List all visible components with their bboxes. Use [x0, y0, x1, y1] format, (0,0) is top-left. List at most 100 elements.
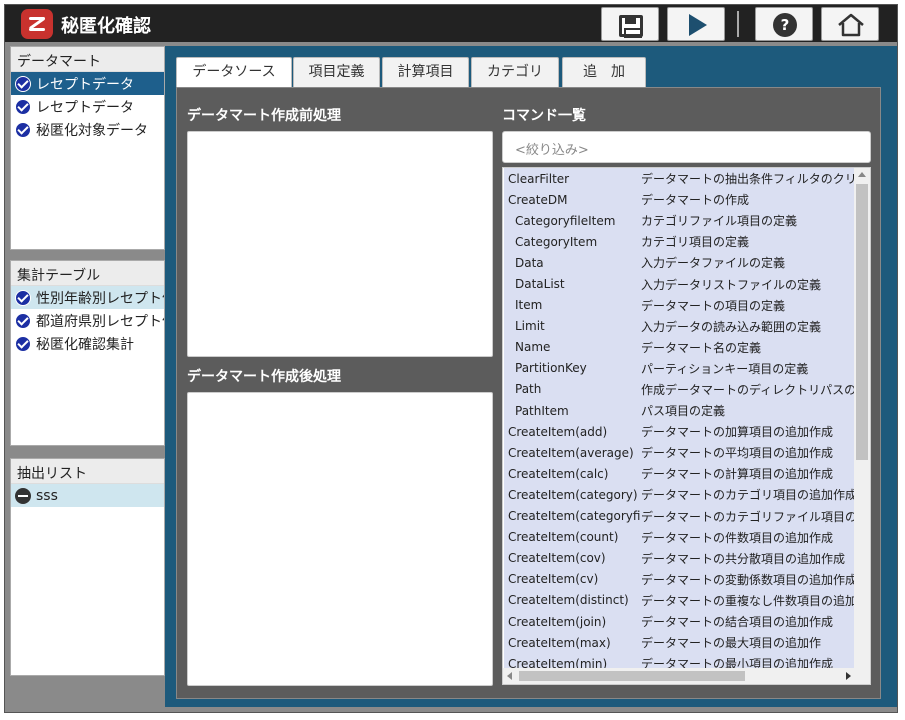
command-name: CreateItem(add)	[508, 424, 608, 439]
command-row[interactable]: CreateItem(distinct) データマートの重複なし件数項目の追加	[504, 590, 854, 611]
command-name: ClearFilter	[508, 171, 570, 186]
command-row[interactable]: Item データマートの項目の定義	[504, 295, 854, 316]
command-description: 入力データの読み込み範囲の定義	[641, 319, 822, 334]
aggregate-item[interactable]: 秘匿化確認集計	[11, 332, 164, 355]
command-row[interactable]: CreateItem(cv) データマートの変動係数項目の追加作成	[504, 569, 854, 590]
command-description: データマートの共分散項目の追加作成	[641, 551, 846, 566]
command-row[interactable]: CreateDM データマートの作成	[504, 189, 854, 210]
command-row[interactable]: Limit 入力データの読み込み範囲の定義	[504, 316, 854, 337]
app-title: 秘匿化確認	[61, 16, 151, 37]
tab-item-definition[interactable]: 項目定義	[293, 57, 380, 87]
scroll-right-arrow-icon[interactable]	[846, 672, 851, 680]
command-row[interactable]: Path 作成データマートのディレクトリパスの	[504, 379, 854, 400]
command-description: データマートの抽出条件フィルタのクリ	[641, 172, 854, 187]
command-description: 入力データファイルの定義	[641, 256, 786, 271]
command-name: CreateItem(distinct)	[508, 593, 629, 608]
command-name: CreateItem(max)	[508, 635, 611, 650]
command-description: パス項目の定義	[641, 404, 726, 419]
command-description: データマートの結合項目の追加作成	[641, 615, 834, 630]
tab-category[interactable]: カテゴリ	[471, 57, 559, 87]
app-header: 秘匿化確認 ?	[5, 5, 897, 42]
command-row[interactable]: DataList 入力データリストファイルの定義	[504, 273, 854, 294]
command-row[interactable]: PartitionKey パーティションキー項目の定義	[504, 358, 854, 379]
extract-item[interactable]: sss	[11, 484, 164, 507]
command-row[interactable]: CategoryfileItem カテゴリファイル項目の定義	[504, 210, 854, 231]
vertical-scroll-thumb[interactable]	[856, 184, 868, 460]
command-row[interactable]: CreateItem(category) データマートのカテゴリ項目の追加作成	[504, 484, 854, 505]
datamart-item[interactable]: レセプトデータ	[11, 72, 164, 95]
command-list-title: コマンド一覧	[502, 108, 586, 124]
command-list[interactable]: ClearFilter データマートの抽出条件フィルタのクリ CreateDM データ…	[502, 167, 871, 685]
tab-calculated-items[interactable]: 計算項目	[382, 57, 469, 87]
scroll-left-arrow-icon[interactable]	[507, 672, 512, 680]
command-row[interactable]: CreateItem(count) データマートの件数項目の追加作成	[504, 527, 854, 548]
help-button[interactable]: ?	[755, 7, 813, 41]
command-name: CreateItem(cov)	[508, 551, 606, 566]
datamart-item[interactable]: 秘匿化対象データ	[11, 118, 164, 141]
command-row[interactable]: CreateItem(join) データマートの結合項目の追加作成	[504, 611, 854, 632]
horizontal-scroll-thumb[interactable]	[519, 671, 745, 681]
command-row[interactable]: Data 入力データファイルの定義	[504, 252, 854, 273]
command-description: パーティションキー項目の定義	[641, 361, 809, 376]
run-button[interactable]	[667, 7, 725, 41]
datamart-item-label: レセプトデータ	[36, 76, 134, 93]
command-name: CategoryfileItem	[515, 213, 616, 228]
aggregate-item[interactable]: 性別年齢別レセプト件	[11, 286, 164, 309]
post-process-title: データマート作成後処理	[187, 369, 341, 385]
command-name: PathItem	[515, 403, 569, 418]
command-row[interactable]: CreateItem(average) データマートの平均項目の追加作成	[504, 442, 854, 463]
command-description: データマートのカテゴリ項目の追加作成	[641, 488, 854, 503]
aggregate-panel: 集計テーブル 性別年齢別レセプト件 都道府県別レセプト件 秘匿化確認集計	[10, 260, 165, 446]
command-description: データマートの平均項目の追加作成	[641, 446, 834, 461]
command-description: データマートの重複なし件数項目の追加	[641, 593, 854, 608]
extract-item-label: sss	[36, 487, 58, 504]
command-row[interactable]: PathItem パス項目の定義	[504, 400, 854, 421]
check-circle-icon	[15, 75, 31, 92]
aggregate-item-label: 性別年齢別レセプト件	[36, 290, 164, 307]
scroll-up-arrow-icon[interactable]	[858, 172, 866, 177]
command-row[interactable]: CreateItem(add) データマートの加算項目の追加作成	[504, 421, 854, 442]
command-name: Data	[515, 255, 544, 270]
home-button[interactable]	[821, 7, 879, 41]
command-name: Limit	[515, 319, 545, 334]
datamart-item-label: レセプトデータ	[36, 99, 134, 116]
command-row[interactable]: CreateItem(cov) データマートの共分散項目の追加作成	[504, 548, 854, 569]
command-description: データマートの件数項目の追加作成	[641, 530, 834, 545]
minus-circle-icon	[15, 487, 31, 504]
command-rows: ClearFilter データマートの抽出条件フィルタのクリ CreateDM データ…	[504, 168, 854, 670]
aggregate-item[interactable]: 都道府県別レセプト件	[11, 309, 164, 332]
command-row[interactable]: ClearFilter データマートの抽出条件フィルタのクリ	[504, 168, 854, 189]
datamart-item-label: 秘匿化対象データ	[36, 122, 148, 139]
command-name: CreateDM	[508, 192, 568, 207]
horizontal-scrollbar[interactable]	[503, 668, 855, 684]
command-name: CreateItem(join)	[508, 614, 607, 629]
post-process-editor[interactable]	[187, 392, 493, 686]
command-description: データマートの加算項目の追加作成	[641, 425, 834, 440]
command-name: CreateItem(average)	[508, 445, 634, 460]
check-circle-icon	[15, 289, 31, 306]
command-name: CreateItem(categoryfile)	[508, 509, 641, 524]
command-description: データマートの変動係数項目の追加作成	[641, 572, 854, 587]
extract-panel: 抽出リスト sss	[10, 458, 165, 676]
command-row[interactable]: Name データマート名の定義	[504, 337, 854, 358]
command-row[interactable]: CreateItem(max) データマートの最大項目の追加作	[504, 632, 854, 653]
save-icon	[619, 15, 643, 38]
datamart-item[interactable]: レセプトデータ	[11, 95, 164, 118]
command-name: CreateItem(calc)	[508, 466, 609, 481]
command-row[interactable]: CategoryItem カテゴリ項目の定義	[504, 231, 854, 252]
command-row[interactable]: CreateItem(calc) データマートの計算項目の追加作成	[504, 463, 854, 484]
vertical-scrollbar[interactable]	[854, 168, 870, 670]
command-description: データマートの計算項目の追加作成	[641, 467, 834, 482]
tab-datasource[interactable]: データソース	[176, 57, 292, 88]
tab-add[interactable]: 追 加	[562, 57, 646, 87]
command-filter-input[interactable]: <絞り込み>	[502, 131, 871, 163]
check-circle-icon	[15, 312, 31, 329]
home-icon	[838, 13, 864, 37]
command-name: CreateItem(category)	[508, 487, 638, 502]
save-button[interactable]	[601, 7, 659, 41]
play-icon	[689, 14, 707, 36]
datamart-panel-title: データマート	[11, 47, 164, 72]
pre-process-editor[interactable]	[187, 131, 493, 357]
command-row[interactable]: CreateItem(categoryfile)データマートのカテゴリファイル項…	[504, 506, 854, 527]
command-description: 作成データマートのディレクトリパスの	[641, 382, 854, 397]
